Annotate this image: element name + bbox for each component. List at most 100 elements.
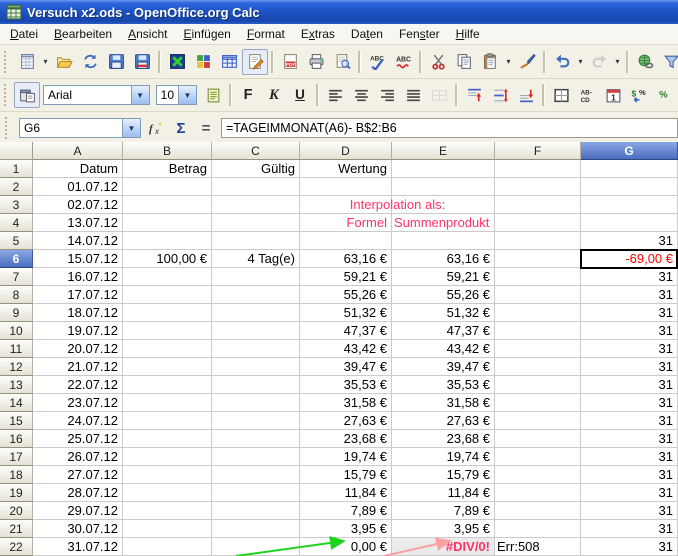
chevron-down-icon[interactable]: ▼ — [122, 119, 140, 137]
cell-G7[interactable]: 31 — [581, 268, 678, 286]
autofilter-icon[interactable] — [658, 49, 678, 75]
cell-A12[interactable]: 21.07.12 — [33, 358, 123, 376]
cell-A8[interactable]: 17.07.12 — [33, 286, 123, 304]
cell-G5[interactable]: 31 — [581, 232, 678, 250]
cell-D13[interactable]: 35,53 € — [300, 376, 392, 394]
cell-A21[interactable]: 30.07.12 — [33, 520, 123, 538]
cell-B14[interactable] — [123, 394, 212, 412]
cell-D3[interactable] — [300, 196, 392, 214]
equals-icon[interactable]: = — [195, 117, 217, 139]
cell-D5[interactable] — [300, 232, 392, 250]
cell-A5[interactable]: 14.07.12 — [33, 232, 123, 250]
cell-G18[interactable]: 31 — [581, 466, 678, 484]
cell-D4[interactable]: Formel — [300, 214, 392, 232]
cell-G3[interactable] — [581, 196, 678, 214]
cell-D7[interactable]: 59,21 € — [300, 268, 392, 286]
cell-B7[interactable] — [123, 268, 212, 286]
cell-E19[interactable]: 11,84 € — [392, 484, 495, 502]
cell-E9[interactable]: 51,32 € — [392, 304, 495, 322]
select-all-corner[interactable] — [0, 142, 33, 160]
justify-icon[interactable] — [400, 82, 426, 108]
cell-E4[interactable]: Summenprodukt — [392, 214, 495, 232]
cell-C7[interactable] — [212, 268, 300, 286]
column-header-D[interactable]: D — [300, 142, 392, 160]
row-header-20[interactable]: 20 — [0, 502, 33, 520]
cell-A16[interactable]: 25.07.12 — [33, 430, 123, 448]
row-header-7[interactable]: 7 — [0, 268, 33, 286]
cell-G9[interactable]: 31 — [581, 304, 678, 322]
wrap-text-icon[interactable]: AB-CD — [574, 82, 600, 108]
align-left-icon[interactable] — [322, 82, 348, 108]
cell-D2[interactable] — [300, 178, 392, 196]
cell-A1[interactable]: Datum — [33, 160, 123, 178]
cell-D1[interactable]: Wertung — [300, 160, 392, 178]
export-pdf-icon[interactable]: PDF — [277, 49, 303, 75]
cell-B16[interactable] — [123, 430, 212, 448]
font-name-select[interactable]: Arial ▼ — [43, 85, 150, 105]
cell-D16[interactable]: 23,68 € — [300, 430, 392, 448]
cell-A13[interactable]: 22.07.12 — [33, 376, 123, 394]
cell-E21[interactable]: 3,95 € — [392, 520, 495, 538]
cell-C1[interactable]: Gültig — [212, 160, 300, 178]
align-center-icon[interactable] — [348, 82, 374, 108]
number-format-currency-icon[interactable]: $% — [626, 82, 652, 108]
menu-datei[interactable]: Datei — [2, 25, 46, 43]
cell-C22[interactable] — [212, 538, 300, 556]
hyperlink-icon[interactable] — [632, 49, 658, 75]
cell-F20[interactable] — [495, 502, 581, 520]
cell-E17[interactable]: 19,74 € — [392, 448, 495, 466]
cell-A15[interactable]: 24.07.12 — [33, 412, 123, 430]
sum-icon[interactable]: Σ — [170, 117, 192, 139]
cell-C11[interactable] — [212, 340, 300, 358]
cell-A19[interactable]: 28.07.12 — [33, 484, 123, 502]
cell-F4[interactable] — [495, 214, 581, 232]
row-header-13[interactable]: 13 — [0, 376, 33, 394]
cell-F2[interactable] — [495, 178, 581, 196]
cell-G11[interactable]: 31 — [581, 340, 678, 358]
borders-icon[interactable] — [548, 82, 574, 108]
cell-G13[interactable]: 31 — [581, 376, 678, 394]
row-header-15[interactable]: 15 — [0, 412, 33, 430]
title-bar[interactable]: Versuch x2.ods - OpenOffice.org Calc — [0, 0, 678, 24]
cell-B20[interactable] — [123, 502, 212, 520]
column-header-E[interactable]: E — [392, 142, 495, 160]
cell-C9[interactable] — [212, 304, 300, 322]
chevron-down-icon[interactable]: ▾ — [575, 50, 586, 74]
row-header-18[interactable]: 18 — [0, 466, 33, 484]
cell-C16[interactable] — [212, 430, 300, 448]
chevron-down-icon[interactable]: ▾ — [40, 50, 51, 74]
name-box[interactable]: G6 ▼ — [19, 118, 141, 138]
cell-A20[interactable]: 29.07.12 — [33, 502, 123, 520]
cell-A17[interactable]: 26.07.12 — [33, 448, 123, 466]
cell-D11[interactable]: 43,42 € — [300, 340, 392, 358]
menu-fenster[interactable]: Fenster — [391, 25, 448, 43]
cell-E1[interactable] — [392, 160, 495, 178]
cell-A22[interactable]: 31.07.12 — [33, 538, 123, 556]
cell-E2[interactable] — [392, 178, 495, 196]
cell-F18[interactable] — [495, 466, 581, 484]
cell-D9[interactable]: 51,32 € — [300, 304, 392, 322]
cell-B4[interactable] — [123, 214, 212, 232]
cell-G10[interactable]: 31 — [581, 322, 678, 340]
cell-E3[interactable] — [392, 196, 495, 214]
cell-B5[interactable] — [123, 232, 212, 250]
cell-G6[interactable]: -69,00 € — [581, 250, 678, 268]
cell-F9[interactable] — [495, 304, 581, 322]
chevron-down-icon[interactable]: ▾ — [503, 50, 514, 74]
function-wizard-icon[interactable]: fx — [145, 117, 167, 139]
toolbar-grip[interactable] — [4, 51, 10, 73]
cell-G21[interactable]: 31 — [581, 520, 678, 538]
row-header-3[interactable]: 3 — [0, 196, 33, 214]
cell-E20[interactable]: 7,89 € — [392, 502, 495, 520]
cell-D19[interactable]: 11,84 € — [300, 484, 392, 502]
align-right-icon[interactable] — [374, 82, 400, 108]
cell-B22[interactable] — [123, 538, 212, 556]
menu-format[interactable]: Format — [239, 25, 293, 43]
row-header-2[interactable]: 2 — [0, 178, 33, 196]
number-format-percent-icon[interactable]: % — [652, 82, 678, 108]
font-size-select[interactable]: 10 ▼ — [156, 85, 197, 105]
align-bottom-icon[interactable] — [513, 82, 539, 108]
menu-einfgen[interactable]: Einfügen — [175, 25, 238, 43]
cell-F22[interactable]: Err:508 — [495, 538, 581, 556]
cell-B3[interactable] — [123, 196, 212, 214]
